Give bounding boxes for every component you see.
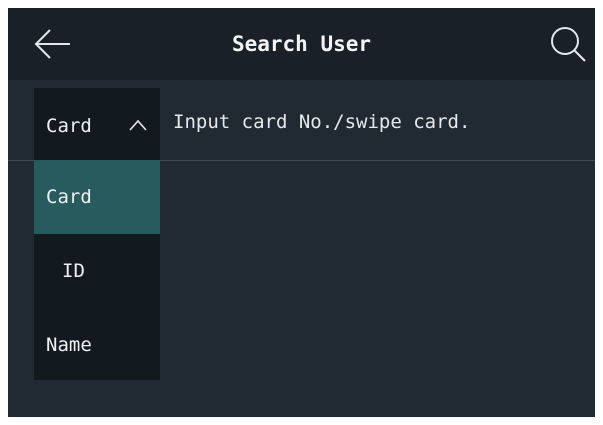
header-bar: Search User — [8, 8, 595, 80]
search-type-selected-label: Card — [46, 115, 92, 137]
search-type-dropdown: Card Card ID Name — [34, 88, 160, 380]
dropdown-option-name[interactable]: Name — [34, 308, 160, 382]
card-number-input[interactable] — [173, 105, 583, 139]
page-title: Search User — [231, 32, 372, 56]
arrow-left-icon — [34, 29, 70, 59]
back-button[interactable] — [30, 22, 74, 66]
search-button[interactable] — [546, 22, 590, 66]
dropdown-option-card[interactable]: Card — [34, 160, 160, 234]
dropdown-option-label: ID — [62, 260, 85, 282]
chevron-up-icon — [129, 119, 147, 131]
dropdown-option-id[interactable]: ID — [34, 234, 160, 308]
dropdown-option-label: Card — [46, 186, 92, 208]
search-type-select[interactable]: Card — [34, 88, 160, 160]
dropdown-option-label: Name — [46, 334, 92, 356]
search-icon — [551, 27, 586, 62]
search-user-screen: Search User Card Card ID Name — [8, 8, 595, 417]
